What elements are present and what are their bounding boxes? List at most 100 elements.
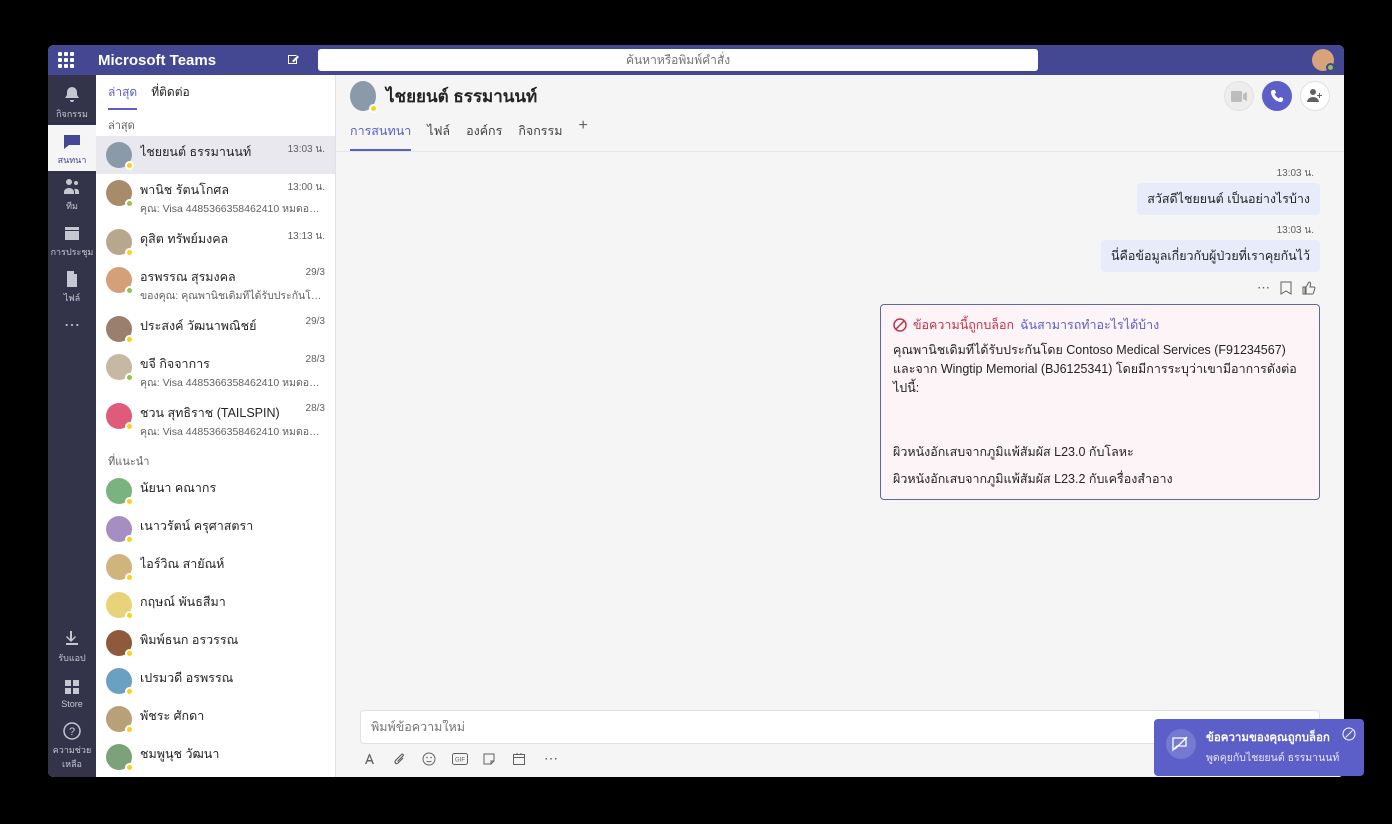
rail-activity[interactable]: กิจกรรม [48,79,96,125]
chat-list-item[interactable]: พิมพ์ธนก อรวรรณ [96,624,335,662]
chat-list-item[interactable]: ไชยยนต์ ธรรมานนท์ 13:03 น. [96,136,335,174]
bell-icon [62,85,82,105]
chat-list-item[interactable]: พัชระ ศักดา [96,700,335,738]
gif-icon[interactable]: GIF [452,753,470,765]
emoji-icon[interactable] [422,752,440,766]
meet-icon[interactable] [512,752,530,766]
rail-more[interactable]: ⋯ [48,309,96,339]
presence-icon [125,573,134,582]
chat-avatar [106,554,132,580]
chat-avatar [106,354,132,380]
message-bubble[interactable]: นี่คือข้อมูลเกี่ยวกับผู้ป่วยที่เราคุยกัน… [1101,240,1320,272]
rail-help[interactable]: ? ความช่วยเหลือ [48,715,96,777]
chat-icon [62,131,82,151]
chat-list-item[interactable]: พานิช รัตนโกศลคุณ: Visa 4485366358462410… [96,174,335,223]
chat-list-item[interactable]: เนาวรัตน์ ครุศาสตรา [96,510,335,548]
more-icon[interactable]: ⋯ [542,750,560,767]
chat-list-item[interactable]: นัยนา คณากร [96,472,335,510]
chat-avatar [106,316,132,342]
chat-list-item[interactable]: อรพรรณ สุรมงคลของคุณ: คุณพานิชเดิมทีได้ร… [96,261,335,310]
toast-close-icon[interactable] [1342,727,1356,741]
chat-list-item[interactable]: ขจี กิจจาการคุณ: Visa 4485366358462410 ห… [96,348,335,397]
rail-get-apps[interactable]: รับแอป [48,623,96,671]
rail-files[interactable]: ไฟล์ [48,263,96,309]
chat-list-item[interactable]: ประสงค์ วัฒนาพณิชย์ 29/3 [96,310,335,348]
title-bar: Microsoft Teams [48,45,1344,75]
conversation-panel: ไชยยนต์ ธรรมานนท์ การสนทนา [336,75,1344,777]
chat-name: พิมพ์ธนก อรวรรณ [140,630,325,650]
tab-contacts[interactable]: ที่ติดต่อ [151,83,190,110]
format-icon[interactable] [362,752,380,766]
chat-avatar [106,478,132,504]
presence-icon [125,649,134,658]
toast-title: ข้อความของคุณถูกบล็อก [1206,729,1352,747]
video-call-button[interactable] [1224,81,1254,111]
toast-subtitle: พูดคุยกับไชยยนต์ ธรรมานนท์ [1206,749,1352,766]
chat-list-item[interactable]: ดุสิต ทรัพย์มงคล 13:13 น. [96,223,335,261]
search-input[interactable] [318,49,1038,71]
search-bar[interactable] [318,49,1038,71]
calendar-icon [62,223,82,243]
store-icon [62,677,82,697]
chat-list-item[interactable]: มโน ต้นตยกุล [96,776,335,777]
conv-tab-org[interactable]: องค์กร [466,117,502,151]
notification-toast[interactable]: ข้อความของคุณถูกบล็อก พูดคุยกับไชยยนต์ ธ… [1154,719,1364,776]
chat-name: ไอร์วิณ สายัณห์ [140,554,325,574]
chat-preview: คุณ: Visa 4485366358462410 หมดอายุ 01/20… [140,374,325,391]
chat-preview: คุณ: Visa 4485366358462410 หมดอายุ 01/20… [140,423,325,440]
conversation-avatar[interactable] [350,81,376,111]
conv-tab-activity[interactable]: กิจกรรม [518,117,562,151]
rail-store[interactable]: Store [48,671,96,715]
conv-tab-chat[interactable]: การสนทนา [350,117,411,151]
chat-avatar [106,744,132,770]
chat-time: 29/3 [306,267,325,278]
chat-list-item[interactable]: เปรมวดี อรพรรณ [96,662,335,700]
chat-list-item[interactable]: ชมพูนุช วัฒนา [96,738,335,776]
presence-icon [125,199,134,208]
sticker-icon[interactable] [482,752,500,766]
chat-time: 28/3 [306,403,325,414]
app-title: Microsoft Teams [98,52,278,69]
chat-avatar [106,142,132,168]
help-icon: ? [62,721,82,741]
presence-icon [125,535,134,544]
rail-chat[interactable]: สนทนา [48,125,96,171]
presence-away-icon [369,104,378,113]
add-tab-button[interactable]: + [578,117,587,151]
like-icon[interactable] [1302,281,1316,295]
chat-time: 29/3 [306,316,325,327]
chat-preview: คุณ: Visa 4485366358462410 หมดอายุ 01/20… [140,200,325,217]
file-icon [62,269,82,289]
presence-icon [125,763,134,772]
chat-list-item[interactable]: ไอร์วิณ สายัณห์ [96,548,335,586]
chat-name: ชวน สุทธิราช (TAILSPIN) [140,403,325,423]
new-chat-icon[interactable] [286,52,302,68]
chat-list-item[interactable]: กฤษณ์ พันธสีมา [96,586,335,624]
chat-avatar [106,516,132,542]
blocked-help-link[interactable]: ฉันสามารถทำอะไรได้บ้าง [1020,315,1159,335]
presence-available-icon [1326,63,1335,72]
chat-name: กฤษณ์ พันธสีมา [140,592,325,612]
add-people-button[interactable] [1300,81,1330,111]
teams-icon [62,177,82,197]
blocked-message: ⋯ ข้อความนี้ถูกบล็อก ฉันสามารถทำอะไรได้บ… [880,304,1320,500]
conv-tab-files[interactable]: ไฟล์ [427,117,450,151]
bookmark-icon[interactable] [1280,281,1292,295]
chat-avatar [106,706,132,732]
chat-avatar [106,630,132,656]
message-bubble[interactable]: สวัสดีไชยยนต์ เป็นอย่างไรบ้าง [1137,183,1320,215]
chat-list-item[interactable]: ชวน สุทธิราช (TAILSPIN)คุณ: Visa 4485366… [96,397,335,446]
rail-calendar[interactable]: การประชุม [48,217,96,263]
app-launcher-icon[interactable] [58,52,74,68]
user-avatar[interactable] [1312,49,1334,71]
rail-teams[interactable]: ทีม [48,171,96,217]
blocked-body: ผิวหนังอักเสบจากภูมิแพ้สัมผัส L23.2 กับเ… [893,470,1307,489]
audio-call-button[interactable] [1262,81,1292,111]
chat-time: 13:00 น. [288,180,325,195]
presence-icon [125,422,134,431]
chat-name: อรพรรณ สุรมงคล [140,267,325,287]
more-options-icon[interactable]: ⋯ [1257,280,1270,296]
chat-time: 13:13 น. [288,229,325,244]
tab-recent[interactable]: ล่าสุด [108,83,137,110]
attach-icon[interactable] [392,752,410,766]
